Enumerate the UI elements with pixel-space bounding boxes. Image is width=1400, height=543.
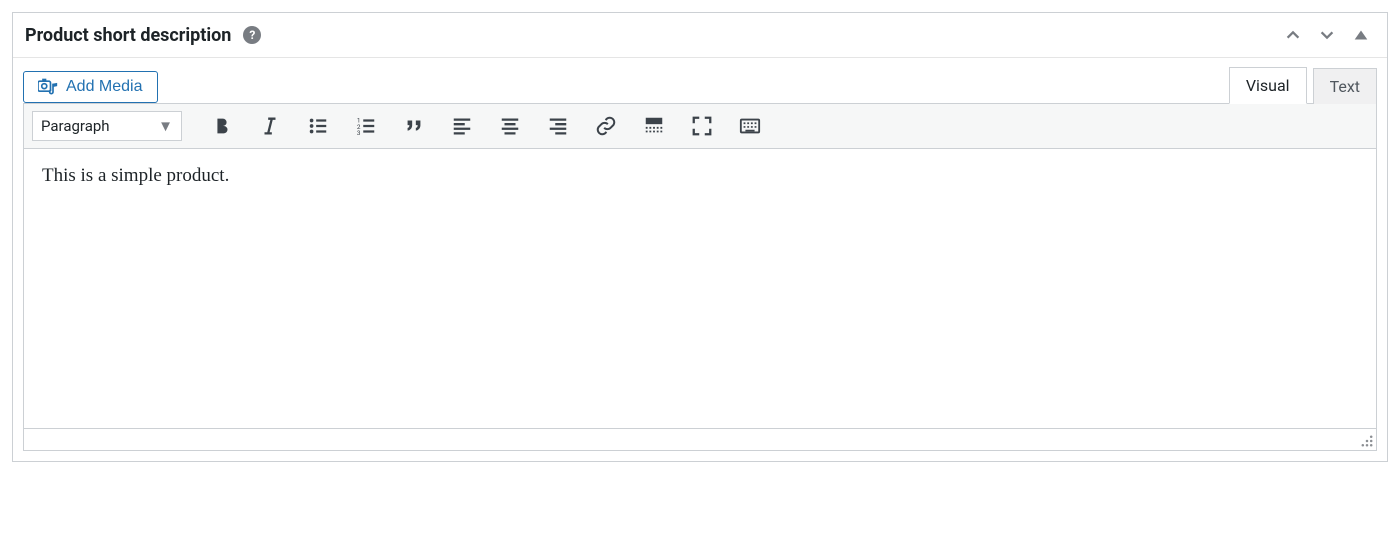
bold-button[interactable] — [204, 110, 240, 142]
align-center-button[interactable] — [492, 110, 528, 142]
triangle-up-icon — [1352, 26, 1370, 44]
add-media-button[interactable]: Add Media — [23, 71, 158, 103]
align-right-icon — [547, 115, 569, 137]
format-select[interactable]: Paragraph ▼ — [32, 111, 182, 141]
chevron-down-icon — [1318, 26, 1336, 44]
format-select-label: Paragraph — [41, 117, 110, 135]
italic-icon — [259, 115, 281, 137]
align-left-icon — [451, 115, 473, 137]
panel-title: Product short description — [25, 25, 231, 46]
camera-music-icon — [38, 78, 58, 96]
help-icon[interactable]: ? — [243, 26, 261, 44]
tab-visual[interactable]: Visual — [1229, 67, 1307, 104]
chevron-up-icon — [1284, 26, 1302, 44]
align-center-icon — [499, 115, 521, 137]
insert-link-button[interactable] — [588, 110, 624, 142]
read-more-icon — [643, 115, 665, 137]
move-down-button[interactable] — [1313, 21, 1341, 49]
italic-button[interactable] — [252, 110, 288, 142]
editor-text: This is a simple product. — [42, 165, 229, 186]
tab-text[interactable]: Text — [1313, 68, 1377, 104]
fullscreen-button[interactable] — [684, 110, 720, 142]
panel-header-actions — [1279, 21, 1375, 49]
editor-top-row: Add Media Visual Text — [23, 66, 1377, 103]
collapse-button[interactable] — [1347, 21, 1375, 49]
fullscreen-icon — [691, 115, 713, 137]
bullet-list-button[interactable] — [300, 110, 336, 142]
editor-statusbar — [23, 429, 1377, 451]
move-up-button[interactable] — [1279, 21, 1307, 49]
svg-text:3: 3 — [357, 129, 361, 137]
resize-grip-icon — [1360, 434, 1374, 448]
editor-content-area[interactable]: This is a simple product. — [23, 149, 1377, 429]
editor-tabs: Visual Text — [1229, 66, 1377, 103]
bullet-list-icon — [307, 115, 329, 137]
quote-icon — [403, 115, 425, 137]
resize-handle[interactable] — [1360, 434, 1374, 448]
numbered-list-button[interactable]: 123 — [348, 110, 384, 142]
insert-more-button[interactable] — [636, 110, 672, 142]
numbered-list-icon: 123 — [355, 115, 377, 137]
panel-header: Product short description ? — [13, 13, 1387, 58]
caret-down-icon: ▼ — [158, 117, 173, 135]
blockquote-button[interactable] — [396, 110, 432, 142]
toolbar-toggle-button[interactable] — [732, 110, 768, 142]
editor-toolbar: Paragraph ▼ 123 — [23, 103, 1377, 149]
product-short-description-panel: Product short description ? — [12, 12, 1388, 462]
link-icon — [595, 115, 617, 137]
align-right-button[interactable] — [540, 110, 576, 142]
align-left-button[interactable] — [444, 110, 480, 142]
add-media-label: Add Media — [66, 78, 143, 96]
panel-body: Add Media Visual Text Paragraph ▼ 12 — [13, 58, 1387, 461]
bold-icon — [211, 115, 233, 137]
keyboard-icon — [739, 115, 761, 137]
